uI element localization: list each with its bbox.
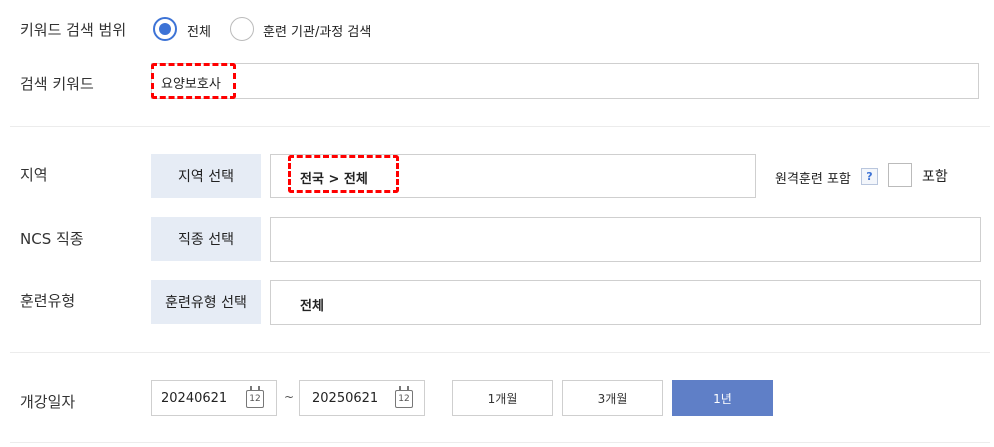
help-icon[interactable]: ? <box>861 168 878 185</box>
training-type-label: 훈련유형 <box>20 292 76 310</box>
keyword-scope-label: 키워드 검색 범위 <box>20 21 127 39</box>
end-date-value: 20250621 <box>312 391 379 406</box>
end-date-input[interactable]: 20250621 12 <box>299 380 425 416</box>
region-value: 전국 > 전체 <box>300 172 368 187</box>
ncs-field[interactable] <box>270 217 981 262</box>
start-date-value: 20240621 <box>161 391 228 406</box>
radio-institution[interactable] <box>230 17 254 41</box>
ncs-label: NCS 직종 <box>20 230 84 248</box>
date-range-separator: ~ <box>284 390 295 404</box>
training-type-value: 전체 <box>300 299 324 314</box>
radio-all-label[interactable]: 전체 <box>187 21 211 40</box>
region-label: 지역 <box>20 166 48 184</box>
ncs-select-button[interactable]: 직종 선택 <box>151 217 261 261</box>
period-1-month-button[interactable]: 1개월 <box>452 380 553 416</box>
training-type-select-button[interactable]: 훈련유형 선택 <box>151 280 261 324</box>
calendar-icon[interactable]: 12 <box>246 386 264 408</box>
open-date-label: 개강일자 <box>20 393 76 411</box>
remote-include-label[interactable]: 포함 <box>922 166 948 186</box>
radio-all[interactable] <box>153 17 177 41</box>
radio-institution-label[interactable]: 훈련 기관/과정 검색 <box>263 21 371 40</box>
start-date-input[interactable]: 20240621 12 <box>151 380 277 416</box>
calendar-icon[interactable]: 12 <box>395 386 413 408</box>
period-3-months-button[interactable]: 3개월 <box>562 380 663 416</box>
region-select-button[interactable]: 지역 선택 <box>151 154 261 198</box>
keyword-label: 검색 키워드 <box>20 75 94 93</box>
section-divider-3 <box>10 442 990 443</box>
keyword-value: 요양보호사 <box>161 77 221 92</box>
section-divider-1 <box>10 126 990 127</box>
remote-training-label: 원격훈련 포함 <box>775 172 851 187</box>
period-1-year-button[interactable]: 1년 <box>672 380 773 416</box>
training-type-field[interactable] <box>270 280 981 325</box>
section-divider-2 <box>10 352 990 353</box>
keyword-input[interactable] <box>151 63 979 99</box>
remote-include-checkbox[interactable] <box>888 163 912 187</box>
